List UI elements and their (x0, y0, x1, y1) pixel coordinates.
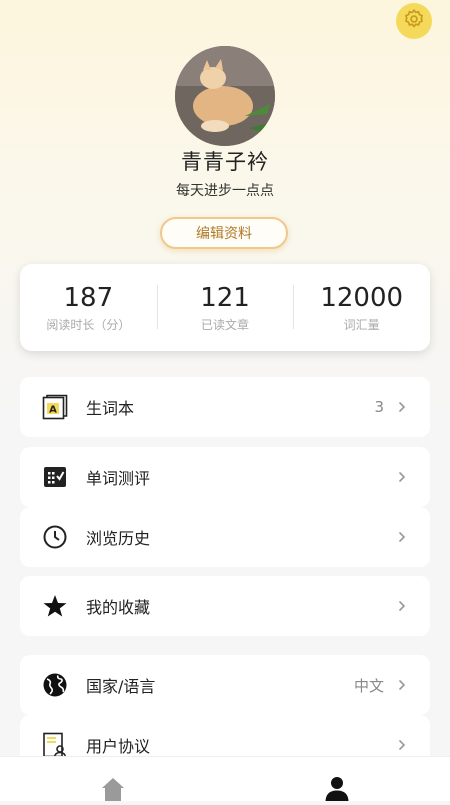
chevron-right-icon (398, 678, 408, 692)
menu-item-browse-history[interactable]: 浏览历史 (20, 507, 430, 567)
menu-label: 单词测评 (86, 469, 151, 488)
chevron-right-icon (398, 400, 408, 414)
stat-label: 词汇量 (343, 317, 380, 332)
stat-label: 阅读时长（分） (46, 317, 131, 332)
stat-value: 187 (63, 282, 114, 313)
word-test-icon (42, 464, 68, 490)
username: 青青子衿 (181, 150, 269, 174)
stat-reading-time[interactable]: 187 阅读时长（分） (20, 283, 157, 333)
stat-label: 已读文章 (201, 317, 250, 332)
edit-profile-button[interactable]: 编辑资料 (160, 217, 288, 249)
vocabulary-count: 3 (374, 398, 384, 416)
chevron-right-icon (398, 738, 408, 752)
user-bio: 每天进步一点点 (176, 183, 274, 199)
menu-item-favorites[interactable]: 我的收藏 (20, 576, 430, 636)
menu-label: 浏览历史 (86, 529, 151, 548)
menu-label: 国家/语言 (86, 677, 156, 696)
menu-item-vocabulary-book[interactable]: A 生词本 3 (20, 377, 430, 437)
bottom-tab-bar (0, 756, 450, 801)
chevron-right-icon (398, 470, 408, 484)
svg-text:A: A (49, 405, 57, 416)
stat-vocabulary[interactable]: 12000 词汇量 (293, 283, 430, 333)
clock-icon (42, 524, 68, 550)
user-agreement-icon (42, 732, 68, 758)
menu-item-country-language[interactable]: 国家/语言 中文 (20, 655, 430, 715)
gear-icon (403, 8, 425, 34)
vocabulary-book-icon: A (42, 394, 68, 420)
tab-profile[interactable] (322, 775, 352, 801)
menu-item-word-test[interactable]: 单词测评 (20, 447, 430, 507)
stat-value: 12000 (320, 282, 404, 313)
menu-label: 用户协议 (86, 737, 151, 756)
star-icon (42, 593, 68, 619)
user-icon (324, 775, 350, 801)
globe-icon (42, 672, 68, 698)
menu-label: 我的收藏 (86, 598, 151, 617)
chevron-right-icon (398, 530, 408, 544)
home-icon (100, 775, 126, 801)
stats-card: 187 阅读时长（分） 121 已读文章 12000 词汇量 (20, 264, 430, 351)
avatar[interactable] (175, 46, 275, 146)
current-language: 中文 (353, 676, 384, 695)
stat-articles-read[interactable]: 121 已读文章 (156, 282, 294, 333)
settings-button[interactable] (396, 3, 432, 39)
tab-home[interactable] (98, 775, 128, 801)
stat-value: 121 (200, 282, 250, 313)
menu-label: 生词本 (86, 399, 135, 418)
chevron-right-icon (398, 599, 408, 613)
